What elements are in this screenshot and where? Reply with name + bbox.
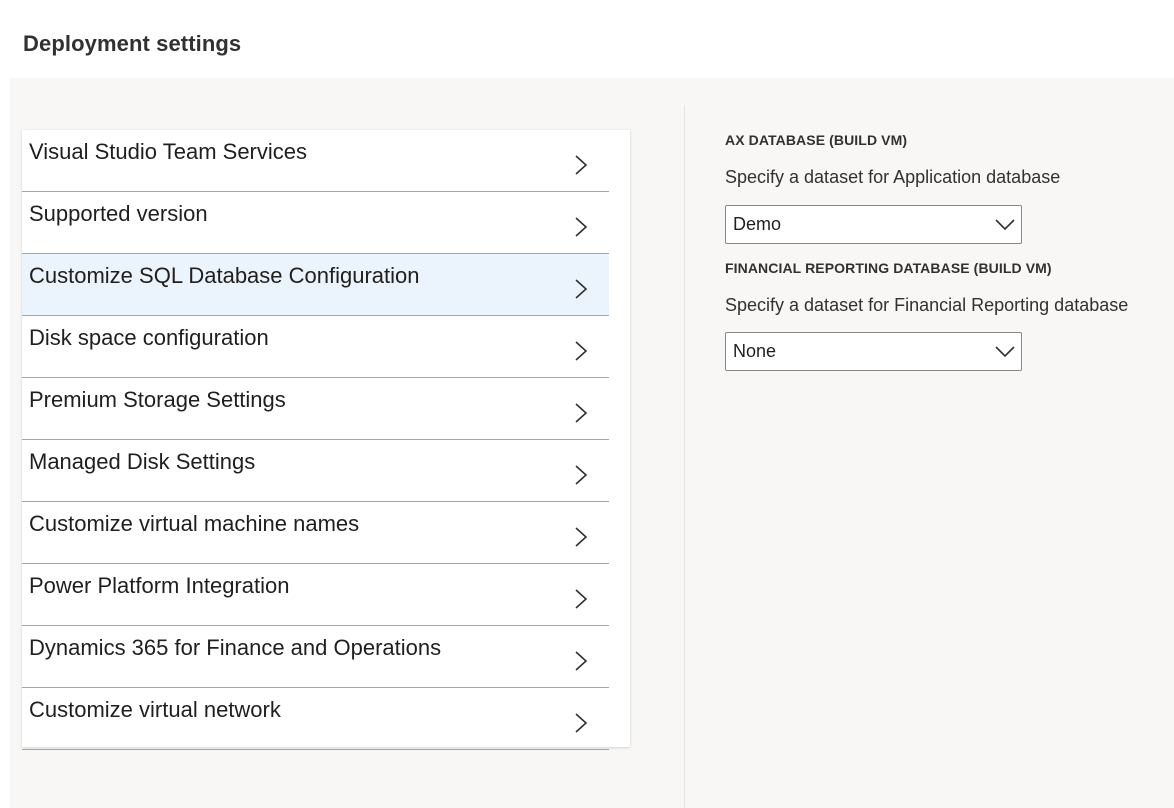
nav-item-label: Customize SQL Database Configuration — [29, 263, 420, 288]
nav-item-label: Visual Studio Team Services — [29, 139, 307, 164]
chevron-right-icon — [575, 713, 588, 733]
ax-database-label: AX DATABASE (BUILD VM) — [725, 132, 908, 148]
ax-database-dropdown[interactable]: Demo — [725, 205, 1022, 244]
nav-item-dynamics-365-finance-operations[interactable]: Dynamics 365 for Finance and Operations — [22, 626, 609, 688]
nav-item-label: Customize virtual machine names — [29, 511, 360, 536]
page-title: Deployment settings — [23, 31, 242, 56]
nav-item-supported-version[interactable]: Supported version — [22, 192, 609, 254]
chevron-right-icon — [575, 527, 588, 547]
chevron-right-icon — [575, 651, 588, 671]
financial-reporting-database-dropdown[interactable]: None — [725, 332, 1022, 371]
chevron-right-icon — [575, 217, 588, 237]
nav-item-label: Supported version — [29, 201, 208, 226]
ax-database-selected-value: Demo — [733, 214, 782, 234]
chevron-down-icon — [995, 219, 1015, 231]
financial-reporting-selected-value: None — [733, 341, 777, 361]
ax-database-description: Specify a dataset for Application databa… — [725, 167, 1061, 187]
chevron-right-icon — [575, 155, 588, 175]
chevron-right-icon — [575, 279, 588, 299]
nav-item-premium-storage-settings[interactable]: Premium Storage Settings — [22, 378, 609, 440]
nav-item-label: Premium Storage Settings — [29, 387, 286, 412]
vertical-divider — [684, 105, 685, 808]
nav-item-label: Managed Disk Settings — [29, 449, 256, 474]
chevron-right-icon — [575, 465, 588, 485]
nav-item-label: Customize virtual network — [29, 697, 281, 722]
nav-item-label: Disk space configuration — [29, 325, 269, 350]
chevron-down-icon — [995, 346, 1015, 358]
nav-item-power-platform-integration[interactable]: Power Platform Integration — [22, 564, 609, 626]
nav-item-managed-disk-settings[interactable]: Managed Disk Settings — [22, 440, 609, 502]
settings-nav-list: Visual Studio Team Services Supported ve… — [22, 130, 630, 750]
chevron-right-icon — [575, 589, 588, 609]
nav-item-customize-virtual-machine-names[interactable]: Customize virtual machine names — [22, 502, 609, 564]
chevron-right-icon — [575, 403, 588, 423]
nav-item-disk-space-configuration[interactable]: Disk space configuration — [22, 316, 609, 378]
nav-item-label: Dynamics 365 for Finance and Operations — [29, 635, 442, 660]
nav-item-visual-studio-team-services[interactable]: Visual Studio Team Services — [22, 130, 609, 192]
financial-reporting-database-label: FINANCIAL REPORTING DATABASE (BUILD VM) — [725, 260, 1052, 276]
nav-item-customize-virtual-network[interactable]: Customize virtual network — [22, 688, 609, 750]
chevron-right-icon — [575, 341, 588, 361]
financial-reporting-database-description: Specify a dataset for Financial Reportin… — [725, 295, 1129, 315]
nav-item-customize-sql-database-configuration[interactable]: Customize SQL Database Configuration — [22, 254, 609, 316]
nav-item-label: Power Platform Integration — [29, 573, 290, 598]
